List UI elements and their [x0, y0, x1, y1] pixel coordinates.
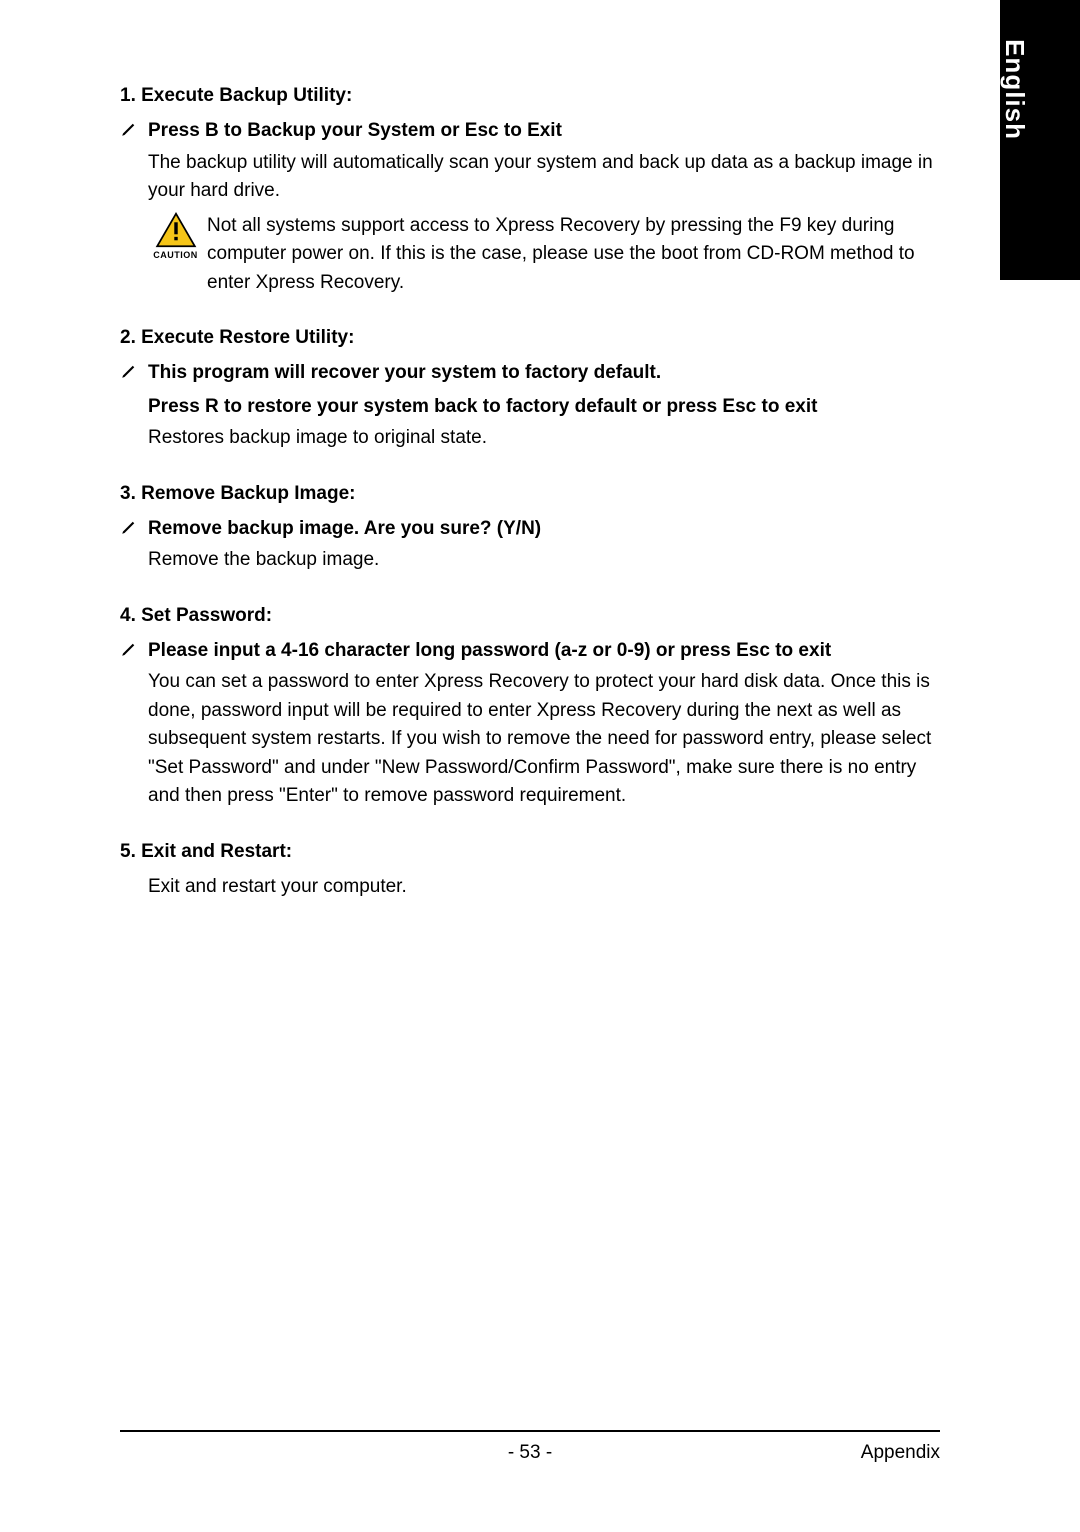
page-number: - 53 -	[508, 1442, 552, 1464]
bullet-bold-text: This program will recover your system to…	[148, 359, 661, 387]
bullet-bold-text: Please input a 4-16 character long passw…	[148, 637, 831, 665]
section-execute-restore: 2. Execute Restore Utility: This program…	[120, 327, 940, 453]
caution-block: CAUTION Not all systems support access t…	[148, 212, 940, 298]
pen-icon	[120, 640, 148, 663]
bullet-row: Press B to Backup your System or Esc to …	[120, 117, 940, 145]
body-text: The backup utility will automatically sc…	[148, 149, 940, 206]
body-text: You can set a password to enter Xpress R…	[148, 668, 940, 811]
page-footer: - 53 - Appendix	[120, 1430, 940, 1464]
heading-4: 4. Set Password:	[120, 605, 940, 627]
section-set-password: 4. Set Password: Please input a 4-16 cha…	[120, 605, 940, 811]
heading-1: 1. Execute Backup Utility:	[120, 85, 940, 107]
caution-label: CAUTION	[148, 250, 203, 260]
body-text: Restores backup image to original state.	[148, 424, 940, 453]
page-content: 1. Execute Backup Utility: Press B to Ba…	[120, 85, 940, 931]
bullet-row: Please input a 4-16 character long passw…	[120, 637, 940, 665]
caution-text: Not all systems support access to Xpress…	[203, 212, 940, 298]
footer-section-label: Appendix	[861, 1442, 940, 1464]
heading-3: 3. Remove Backup Image:	[120, 483, 940, 505]
heading-5: 5. Exit and Restart:	[120, 841, 940, 863]
caution-icon: CAUTION	[148, 212, 203, 260]
pen-icon	[120, 518, 148, 541]
pen-icon	[120, 120, 148, 143]
section-remove-backup: 3. Remove Backup Image: Remove backup im…	[120, 483, 940, 575]
section-exit-restart: 5. Exit and Restart: Exit and restart yo…	[120, 841, 940, 902]
bullet-row: Remove backup image. Are you sure? (Y/N)	[120, 515, 940, 543]
bullet-row: This program will recover your system to…	[120, 359, 940, 387]
language-sidebar: English	[1000, 0, 1080, 280]
heading-2: 2. Execute Restore Utility:	[120, 327, 940, 349]
bullet-bold-text: Press B to Backup your System or Esc to …	[148, 117, 562, 145]
bullet-bold-text: Remove backup image. Are you sure? (Y/N)	[148, 515, 541, 543]
body-text: Exit and restart your computer.	[148, 873, 940, 902]
pen-icon	[120, 362, 148, 385]
bullet-bold-text-2: Press R to restore your system back to f…	[148, 393, 940, 421]
section-execute-backup: 1. Execute Backup Utility: Press B to Ba…	[120, 85, 940, 297]
body-text: Remove the backup image.	[148, 546, 940, 575]
language-label: English	[999, 39, 1030, 140]
